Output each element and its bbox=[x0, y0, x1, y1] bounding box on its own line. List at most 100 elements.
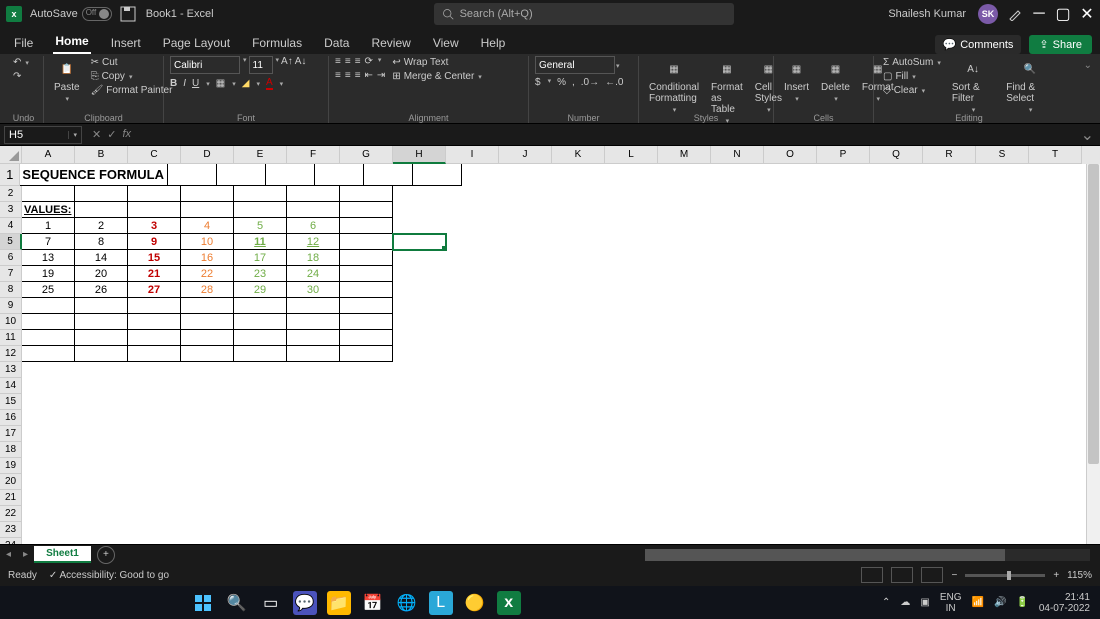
cell[interactable] bbox=[499, 346, 552, 362]
cell[interactable] bbox=[22, 346, 75, 362]
cell[interactable] bbox=[340, 186, 393, 202]
cell[interactable] bbox=[923, 330, 976, 346]
tab-data[interactable]: Data bbox=[322, 32, 351, 54]
cell[interactable] bbox=[393, 458, 446, 474]
cell[interactable]: 4 bbox=[181, 218, 234, 234]
cell[interactable] bbox=[22, 314, 75, 330]
cell[interactable] bbox=[923, 234, 976, 250]
cell[interactable] bbox=[976, 330, 1029, 346]
cell[interactable] bbox=[393, 266, 446, 282]
cell[interactable] bbox=[234, 506, 287, 522]
cell[interactable] bbox=[446, 330, 499, 346]
cell[interactable]: 24 bbox=[287, 266, 340, 282]
row-header[interactable]: 13 bbox=[0, 362, 22, 378]
cell[interactable] bbox=[1029, 186, 1082, 202]
cell[interactable] bbox=[711, 202, 764, 218]
cell[interactable] bbox=[234, 298, 287, 314]
cell[interactable]: 10 bbox=[181, 234, 234, 250]
row-header[interactable]: 20 bbox=[0, 474, 22, 490]
cell[interactable] bbox=[446, 362, 499, 378]
cell[interactable] bbox=[340, 362, 393, 378]
cell[interactable] bbox=[757, 164, 806, 186]
volume-icon[interactable]: 🔊 bbox=[994, 597, 1006, 608]
cell[interactable]: 28 bbox=[181, 282, 234, 298]
cell[interactable] bbox=[870, 250, 923, 266]
cell[interactable] bbox=[234, 522, 287, 538]
cell[interactable] bbox=[552, 298, 605, 314]
cell[interactable] bbox=[128, 442, 181, 458]
spreadsheet-grid[interactable]: ABCDEFGHIJKLMNOPQRST 1SEQUENCE FORMULA :… bbox=[0, 146, 1100, 544]
cell[interactable] bbox=[22, 330, 75, 346]
row-header[interactable]: 5 bbox=[0, 234, 22, 250]
cell[interactable] bbox=[711, 298, 764, 314]
cell[interactable] bbox=[234, 394, 287, 410]
cell[interactable] bbox=[817, 234, 870, 250]
cell[interactable]: 27 bbox=[128, 282, 181, 298]
cell[interactable] bbox=[393, 394, 446, 410]
cell[interactable] bbox=[552, 394, 605, 410]
cell[interactable] bbox=[234, 202, 287, 218]
cell[interactable] bbox=[217, 164, 266, 186]
zoom-slider[interactable] bbox=[965, 574, 1045, 577]
cell[interactable] bbox=[446, 234, 499, 250]
cell[interactable] bbox=[552, 538, 605, 544]
cell[interactable] bbox=[870, 234, 923, 250]
cell[interactable] bbox=[658, 266, 711, 282]
cell[interactable] bbox=[446, 266, 499, 282]
cell[interactable] bbox=[1029, 410, 1082, 426]
cell[interactable] bbox=[1029, 298, 1082, 314]
cell[interactable] bbox=[1029, 378, 1082, 394]
cell[interactable] bbox=[976, 426, 1029, 442]
delete-cells-button[interactable]: ▦Delete▾ bbox=[817, 56, 854, 105]
cell[interactable] bbox=[234, 490, 287, 506]
cell[interactable] bbox=[22, 458, 75, 474]
cell[interactable] bbox=[711, 362, 764, 378]
cell[interactable] bbox=[552, 314, 605, 330]
cell[interactable] bbox=[446, 490, 499, 506]
cell[interactable] bbox=[711, 522, 764, 538]
cell[interactable] bbox=[287, 330, 340, 346]
row-header[interactable]: 18 bbox=[0, 442, 22, 458]
cell[interactable] bbox=[605, 186, 658, 202]
align-left-button[interactable]: ≡ bbox=[335, 70, 341, 81]
cell[interactable] bbox=[315, 164, 364, 186]
row-header[interactable]: 10 bbox=[0, 314, 22, 330]
cell[interactable] bbox=[393, 346, 446, 362]
cell[interactable] bbox=[764, 266, 817, 282]
cell[interactable] bbox=[764, 522, 817, 538]
teams-icon[interactable]: 💬 bbox=[293, 591, 317, 615]
cell[interactable] bbox=[499, 298, 552, 314]
cell[interactable]: 3 bbox=[128, 218, 181, 234]
cell[interactable] bbox=[168, 164, 217, 186]
cell[interactable]: 20 bbox=[75, 266, 128, 282]
cell[interactable]: 30 bbox=[287, 282, 340, 298]
cell[interactable] bbox=[340, 522, 393, 538]
cell[interactable] bbox=[923, 282, 976, 298]
column-header[interactable]: B bbox=[75, 146, 128, 164]
wrap-text-button[interactable]: ↩ Wrap Text bbox=[389, 56, 485, 69]
tray-chevron-icon[interactable]: ⌃ bbox=[882, 597, 890, 608]
cell[interactable] bbox=[552, 250, 605, 266]
conditional-formatting-button[interactable]: ▦Conditional Formatting▾ bbox=[645, 56, 703, 116]
font-name-input[interactable] bbox=[170, 56, 240, 74]
edge-icon[interactable]: 🌐 bbox=[395, 591, 419, 615]
align-top-button[interactable]: ≡ bbox=[335, 56, 341, 67]
italic-button[interactable]: I bbox=[183, 78, 186, 89]
cell[interactable] bbox=[870, 506, 923, 522]
maximize-button[interactable]: ▢ bbox=[1056, 7, 1070, 21]
cell[interactable]: 8 bbox=[75, 234, 128, 250]
cell[interactable] bbox=[552, 346, 605, 362]
cell[interactable] bbox=[923, 474, 976, 490]
cell[interactable] bbox=[711, 426, 764, 442]
cell[interactable] bbox=[340, 506, 393, 522]
cell[interactable] bbox=[181, 298, 234, 314]
avatar[interactable]: SK bbox=[978, 4, 998, 24]
tab-insert[interactable]: Insert bbox=[109, 32, 143, 54]
cell[interactable] bbox=[22, 538, 75, 544]
cell[interactable] bbox=[75, 458, 128, 474]
cell[interactable] bbox=[340, 282, 393, 298]
cell[interactable] bbox=[764, 298, 817, 314]
cell[interactable] bbox=[658, 218, 711, 234]
orientation-button[interactable]: ⟳ bbox=[365, 56, 373, 67]
cell[interactable] bbox=[499, 250, 552, 266]
